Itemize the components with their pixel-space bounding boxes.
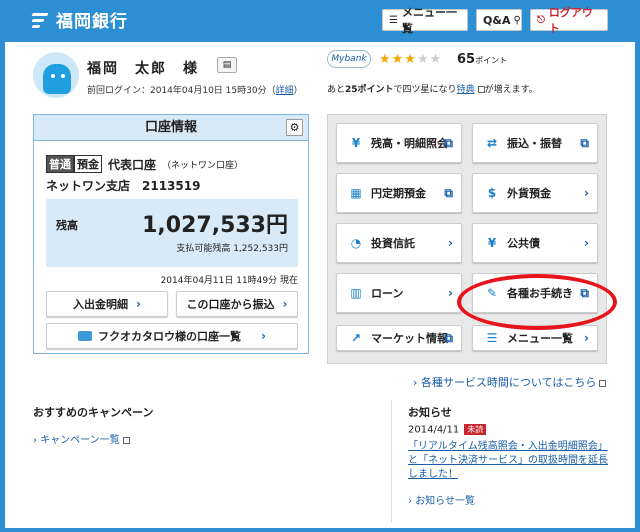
user-name: 福岡 太郎 様	[87, 61, 199, 77]
highlight-circle	[457, 274, 617, 330]
balance-box: 残高 1,027,533円 支払可能残高 1,252,533円	[46, 199, 298, 267]
balance-inquiry-tile[interactable]: ¥ 残高・明細照会 ⧉	[336, 123, 462, 163]
external-link-icon: ⧉	[580, 136, 589, 150]
rank-note: あと25ポイントで四ツ星になり特典 が増えます。	[327, 85, 538, 95]
qa-button[interactable]: Q&A ⚲	[476, 9, 522, 31]
bank-logo-icon	[30, 9, 52, 31]
rank-stars: ★★★★★	[379, 52, 443, 67]
calculator-icon: ▥	[350, 286, 362, 300]
fx-deposit-tile[interactable]: $ 外貨預金 ›	[472, 173, 598, 213]
bank-logo[interactable]: 福岡銀行	[30, 7, 128, 32]
chevron-right-icon: ›	[584, 186, 589, 200]
search-icon: ⚲	[513, 14, 521, 26]
statement-button[interactable]: 入出金明細 ›	[46, 291, 168, 317]
mybank-logo[interactable]: Mybank	[327, 50, 371, 68]
transfer-from-account-button[interactable]: この口座から振込 ›	[176, 291, 298, 317]
bank-name: 福岡銀行	[56, 12, 128, 32]
campaign-heading: おすすめのキャンペーン	[33, 406, 154, 419]
public-bonds-tile[interactable]: ¥ 公共債 ›	[472, 223, 598, 263]
divider	[391, 400, 392, 522]
investment-trust-tile[interactable]: ◔ 投資信託 ›	[336, 223, 462, 263]
branch-account: ネットワン支店 2113519	[46, 179, 201, 193]
list-icon: ☰	[389, 14, 398, 26]
external-link-icon	[599, 379, 607, 387]
yen-icon: ¥	[351, 136, 361, 150]
transfer-tile[interactable]: ⇄ 振込・振替 ⧉	[472, 123, 598, 163]
time-deposit-tile[interactable]: ▦ 円定期預金 ⧉	[336, 173, 462, 213]
external-link-icon	[477, 86, 485, 93]
market-info-tile[interactable]: ↗ マーケット情報 ⧉	[336, 325, 462, 351]
account-type: 普通 預金 代表口座 （ネットワン口座）	[46, 155, 243, 173]
external-link-icon: ⧉	[444, 136, 453, 150]
avatar	[33, 52, 79, 98]
coin-icon: $	[487, 186, 497, 200]
campaign-list-link[interactable]: › キャンペーン一覧	[33, 431, 130, 446]
chevron-right-icon: ›	[448, 286, 453, 300]
list-icon: ☰	[486, 331, 498, 345]
profile-card-icon[interactable]: ▤	[217, 57, 237, 73]
loan-tile[interactable]: ▥ ローン ›	[336, 273, 462, 313]
gear-icon[interactable]: ⚙	[286, 119, 303, 136]
bond-icon: ¥	[487, 236, 497, 250]
account-panel: 口座情報 ⚙ 普通 預金 代表口座 （ネットワン口座） ネットワン支店 21135…	[33, 114, 309, 354]
menu-list-button[interactable]: ☰ メニュー一覧	[382, 6, 468, 35]
calendar-icon: ▦	[350, 186, 362, 200]
service-time-link[interactable]: › 各種サービス時間についてはこちら	[413, 374, 607, 390]
external-link-icon: ⧉	[444, 186, 453, 200]
line-chart-icon: ↗	[350, 331, 362, 345]
account-list-button[interactable]: フクオカタロウ様の口座一覧 ›	[46, 323, 298, 349]
account-panel-title: 口座情報 ⚙	[34, 115, 308, 141]
external-link-icon: ⧉	[444, 331, 453, 345]
chevron-right-icon: ›	[584, 331, 589, 345]
main-panel: 福岡 太郎 様 ▤ 前回ログイン：2014年04月10日 15時30分（詳細） …	[5, 42, 635, 528]
balance-value: 1,027,533円	[142, 213, 288, 238]
last-login: 前回ログイン：2014年04月10日 15時30分（詳細）	[87, 86, 303, 96]
top-header: 福岡銀行 ☰ メニュー一覧 Q&A ⚲ ⎋ ログアウト	[0, 0, 640, 40]
external-link-icon	[122, 436, 130, 444]
benefit-link[interactable]: 特典	[457, 85, 475, 95]
news-heading: お知らせ	[408, 406, 452, 419]
last-login-detail-link[interactable]: 詳細	[276, 86, 294, 96]
logout-button[interactable]: ⎋ ログアウト	[530, 6, 608, 35]
unread-badge: 未読	[464, 424, 487, 435]
news-date: 2014/4/11 未読	[408, 424, 487, 436]
news-list-link[interactable]: › お知らせ一覧	[408, 492, 475, 507]
card-icon	[78, 331, 93, 341]
transfer-icon: ⇄	[486, 136, 498, 150]
chart-icon: ◔	[350, 236, 362, 250]
chevron-right-icon: ›	[448, 236, 453, 250]
logout-icon: ⎋	[537, 14, 545, 26]
news-item-link[interactable]: 「リアルタイム残高照会・入出金明細照会」と「ネット決済サービス」の取扱時間を延長…	[408, 440, 608, 482]
balance-timestamp: 2014年04月11日 11時49分 現在	[160, 276, 298, 286]
chevron-right-icon: ›	[584, 236, 589, 250]
points: 65ポイント	[457, 52, 508, 67]
available-balance: 支払可能残高 1,252,533円	[176, 244, 288, 254]
